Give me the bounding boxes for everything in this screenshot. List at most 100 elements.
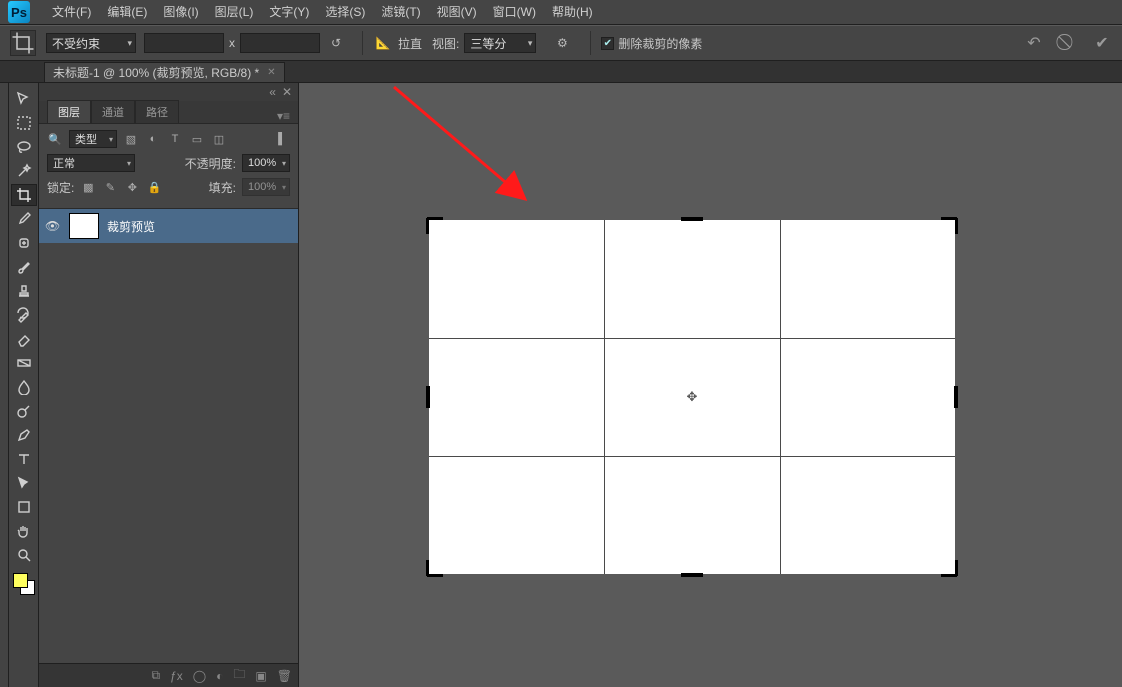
blur-tool[interactable] bbox=[11, 376, 37, 398]
lock-all-icon[interactable]: 🔒 bbox=[146, 179, 162, 195]
view-label: 视图: bbox=[432, 35, 459, 52]
new-layer-icon[interactable]: ▣ bbox=[255, 669, 266, 683]
layers-options: 🔍 类型 ▧ ◐ T ▭ ◫ ▌ 正常 不透明度: 100% 锁定: ▩ ✎ ✥ bbox=[39, 123, 298, 208]
layer-mask-icon[interactable]: ◯ bbox=[193, 669, 206, 683]
history-brush-tool[interactable] bbox=[11, 304, 37, 326]
opacity-select[interactable]: 100% bbox=[242, 154, 290, 172]
move-tool[interactable] bbox=[11, 88, 37, 110]
layer-thumbnail[interactable] bbox=[69, 213, 99, 239]
crop-handle[interactable] bbox=[427, 574, 443, 577]
close-panel-icon[interactable]: ✕ bbox=[282, 85, 292, 99]
crop-handle[interactable] bbox=[426, 560, 429, 576]
crop-tool-indicator[interactable] bbox=[10, 30, 36, 56]
menu-filter[interactable]: 滤镜(T) bbox=[373, 0, 428, 25]
tab-channels[interactable]: 通道 bbox=[91, 100, 135, 123]
crop-height-input[interactable] bbox=[240, 33, 320, 53]
menu-window[interactable]: 窗口(W) bbox=[485, 0, 544, 25]
crop-handle[interactable] bbox=[426, 218, 429, 234]
menu-select[interactable]: 选择(S) bbox=[317, 0, 373, 25]
brush-tool[interactable] bbox=[11, 256, 37, 278]
healing-tool[interactable] bbox=[11, 232, 37, 254]
toolbox bbox=[9, 83, 39, 687]
canvas-area[interactable]: ✥ bbox=[299, 83, 1122, 687]
lock-position-icon[interactable]: ✥ bbox=[124, 179, 140, 195]
marquee-tool[interactable] bbox=[11, 112, 37, 134]
crop-handle[interactable] bbox=[681, 217, 703, 221]
layer-row[interactable]: 👁 裁剪预览 bbox=[39, 209, 298, 243]
pen-tool[interactable] bbox=[11, 424, 37, 446]
canvas[interactable]: ✥ bbox=[429, 220, 955, 574]
close-tab-icon[interactable]: ✕ bbox=[267, 67, 275, 78]
commit-icon[interactable]: ✔ bbox=[1092, 33, 1112, 53]
menu-edit[interactable]: 编辑(E) bbox=[99, 0, 155, 25]
aspect-constraint-select[interactable]: 不受约束 bbox=[46, 33, 136, 53]
crop-handle[interactable] bbox=[955, 560, 958, 576]
crop-width-input[interactable] bbox=[144, 33, 224, 53]
panel-flyout-icon[interactable]: ▾≡ bbox=[269, 109, 298, 123]
cancel-icon[interactable]: ⃠ bbox=[1058, 33, 1078, 53]
crop-handle[interactable] bbox=[426, 386, 430, 408]
clear-aspect-icon[interactable]: ↺ bbox=[326, 33, 346, 53]
filter-pixel-icon[interactable]: ▧ bbox=[123, 131, 139, 147]
fill-select[interactable]: 100% bbox=[242, 178, 290, 196]
filter-toggle-icon[interactable]: ▌ bbox=[274, 131, 290, 147]
visibility-eye-icon[interactable]: 👁 bbox=[45, 219, 61, 233]
crop-handle[interactable] bbox=[954, 386, 958, 408]
delete-layer-icon[interactable]: 🗑 bbox=[277, 669, 292, 683]
filter-kind-select[interactable]: 类型 bbox=[69, 130, 117, 148]
menu-bar: Ps 文件(F) 编辑(E) 图像(I) 图层(L) 文字(Y) 选择(S) 滤… bbox=[0, 0, 1122, 25]
lock-pixels-icon[interactable]: ✎ bbox=[102, 179, 118, 195]
new-group-icon[interactable]: 🗀 bbox=[233, 665, 245, 686]
eraser-tool[interactable] bbox=[11, 328, 37, 350]
gear-icon[interactable]: ⚙ bbox=[552, 33, 572, 53]
shape-tool[interactable] bbox=[11, 496, 37, 518]
layer-name-label[interactable]: 裁剪预览 bbox=[107, 218, 155, 235]
reset-icon[interactable]: ↶ bbox=[1024, 33, 1044, 53]
dodge-tool[interactable] bbox=[11, 400, 37, 422]
blend-mode-select[interactable]: 正常 bbox=[47, 154, 135, 172]
center-marker-icon: ✥ bbox=[687, 389, 698, 405]
link-layers-icon[interactable]: ⧉ bbox=[151, 668, 160, 683]
crop-handle[interactable] bbox=[427, 217, 443, 220]
document-tab[interactable]: 未标题-1 @ 100% (裁剪预览, RGB/8) * ✕ bbox=[44, 62, 285, 82]
lasso-tool[interactable] bbox=[11, 136, 37, 158]
overlay-view-select[interactable]: 三等分 bbox=[464, 33, 536, 53]
grid-line bbox=[429, 338, 955, 339]
crop-handle[interactable] bbox=[955, 218, 958, 234]
adjustment-layer-icon[interactable]: ◐ bbox=[216, 669, 223, 683]
crop-handle[interactable] bbox=[681, 573, 703, 577]
crop-tool[interactable] bbox=[11, 184, 37, 206]
menu-help[interactable]: 帮助(H) bbox=[544, 0, 601, 25]
collapse-icon[interactable]: « bbox=[269, 85, 276, 99]
zoom-tool[interactable] bbox=[11, 544, 37, 566]
path-select-tool[interactable] bbox=[11, 472, 37, 494]
filter-smart-icon[interactable]: ◫ bbox=[211, 131, 227, 147]
delete-cropped-label: 删除裁剪的像素 bbox=[618, 35, 702, 52]
search-icon[interactable]: 🔍 bbox=[47, 131, 63, 147]
color-swatches[interactable] bbox=[13, 573, 35, 595]
tab-paths[interactable]: 路径 bbox=[135, 100, 179, 123]
filter-type-icon[interactable]: T bbox=[167, 131, 183, 147]
menu-file[interactable]: 文件(F) bbox=[44, 0, 99, 25]
lock-transparency-icon[interactable]: ▩ bbox=[80, 179, 96, 195]
menu-layer[interactable]: 图层(L) bbox=[207, 0, 262, 25]
menu-image[interactable]: 图像(I) bbox=[155, 0, 206, 25]
type-tool[interactable] bbox=[11, 448, 37, 470]
tab-layers[interactable]: 图层 bbox=[47, 100, 91, 123]
straighten-icon[interactable]: 📐 bbox=[373, 33, 393, 53]
foreground-color-swatch[interactable] bbox=[13, 573, 28, 588]
wand-tool[interactable] bbox=[11, 160, 37, 182]
menu-type[interactable]: 文字(Y) bbox=[261, 0, 317, 25]
options-bar: 不受约束 x ↺ 📐 拉直 视图: 三等分 ⚙ ✔ 删除裁剪的像素 ↶ ⃠ ✔ bbox=[0, 25, 1122, 61]
panels-column: « ✕ 图层 通道 路径 ▾≡ 🔍 类型 ▧ ◐ T ▭ ◫ ▌ 正常 bbox=[39, 83, 299, 687]
layers-footer: ⧉ ƒx ◯ ◐ 🗀 ▣ 🗑 bbox=[39, 663, 298, 687]
layer-style-icon[interactable]: ƒx bbox=[170, 669, 183, 683]
filter-shape-icon[interactable]: ▭ bbox=[189, 131, 205, 147]
eyedropper-tool[interactable] bbox=[11, 208, 37, 230]
delete-cropped-checkbox[interactable]: ✔ bbox=[601, 37, 614, 50]
stamp-tool[interactable] bbox=[11, 280, 37, 302]
filter-adjust-icon[interactable]: ◐ bbox=[145, 131, 161, 147]
hand-tool[interactable] bbox=[11, 520, 37, 542]
menu-view[interactable]: 视图(V) bbox=[429, 0, 485, 25]
gradient-tool[interactable] bbox=[11, 352, 37, 374]
